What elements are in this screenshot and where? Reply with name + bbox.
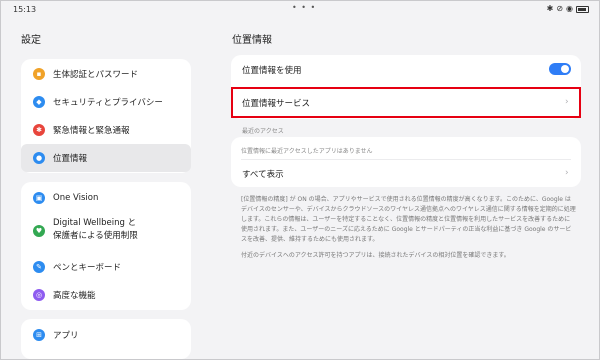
recent-access-section-label: 最近のアクセス	[242, 128, 284, 135]
nav-item-digital-wellbeing[interactable]: ♥ Digital Wellbeing と 保護者による使用制限	[21, 214, 191, 248]
nav-item-security-privacy[interactable]: ◆ セキュリティとプライバシー	[21, 88, 191, 116]
nav-item-advanced-features[interactable]: ◎ 高度な機能	[21, 281, 191, 309]
asterisk-icon: ✱	[33, 124, 45, 136]
mute-icon: ⊘	[556, 4, 564, 13]
nav-item-apps[interactable]: ⊞ アプリ	[21, 321, 191, 349]
nav-label: セキュリティとプライバシー	[53, 98, 163, 108]
nearby-devices-description: 付近のデバイスへのアクセス許可を持つアプリは、接続されたデバイスの相対位置を確認…	[241, 252, 510, 259]
location-accuracy-description: [位置情報の精度] が ON の場合、アプリやサービスで使用される位置情報の精度…	[241, 196, 576, 243]
wifi-icon: ◉	[566, 4, 573, 13]
lock-icon: ▪	[33, 68, 45, 80]
apps-icon: ⊞	[33, 329, 45, 341]
status-icons: ✱ ⊘ ◉	[547, 4, 589, 14]
settings-window: 15:13 • • • ✱ ⊘ ◉ 設定 ▪ 生体認証とパスワード ◆ セキュリ…	[0, 0, 600, 360]
use-location-label: 位置情報を使用	[242, 66, 302, 76]
bluetooth-icon: ✱	[546, 4, 554, 13]
page-title: 位置情報	[232, 35, 272, 46]
nav-item-biometrics-password[interactable]: ▪ 生体認証とパスワード	[21, 60, 191, 88]
status-time: 15:13	[13, 5, 37, 14]
advanced-features-icon: ◎	[33, 289, 45, 301]
use-location-toggle[interactable]	[549, 63, 571, 75]
nav-label-line1: Digital Wellbeing と	[53, 218, 137, 228]
settings-title: 設定	[21, 35, 41, 46]
nav-label: Digital Wellbeing と 保護者による使用制限	[53, 217, 138, 243]
wellbeing-icon: ♥	[33, 225, 45, 237]
multitask-dots[interactable]: • • •	[292, 3, 316, 12]
pen-icon: ✎	[33, 261, 45, 273]
nav-label: ペンとキーボード	[53, 263, 122, 273]
battery-icon	[576, 5, 589, 13]
location-pin-icon: ●	[33, 152, 45, 164]
show-all-row[interactable]: すべて表示	[242, 168, 284, 180]
chevron-right-icon: ›	[565, 97, 569, 107]
location-services-row[interactable]: 位置情報サービス	[242, 97, 310, 109]
nav-item-emergency[interactable]: ✱ 緊急情報と緊急通報	[21, 116, 191, 144]
nav-label: 生体認証とパスワード	[53, 70, 139, 80]
nav-item-location[interactable]: ● 位置情報	[21, 144, 191, 172]
nav-label: 緊急情報と緊急通報	[53, 126, 130, 136]
nav-label: One Vision	[53, 193, 99, 203]
settings-group-features: ▣ One Vision ♥ Digital Wellbeing と 保護者によ…	[21, 182, 191, 310]
chevron-right-icon: ›	[565, 168, 569, 178]
shield-icon: ◆	[33, 96, 45, 108]
nav-label: 高度な機能	[53, 291, 96, 301]
nav-item-one-vision[interactable]: ▣ One Vision	[21, 184, 191, 212]
nav-item-pen-keyboard[interactable]: ✎ ペンとキーボード	[21, 253, 191, 281]
row-divider	[241, 87, 571, 88]
nav-label-line2: 保護者による使用制限	[53, 231, 138, 241]
status-bar: 15:13 • • • ✱ ⊘ ◉	[1, 1, 599, 19]
nav-label: 位置情報	[53, 154, 88, 164]
one-vision-icon: ▣	[33, 192, 45, 204]
nav-label: アプリ	[53, 331, 79, 341]
row-divider	[241, 159, 571, 160]
settings-group-apps: ⊞ アプリ	[21, 319, 191, 359]
no-recent-access-text: 位置情報に最近アクセスしたアプリはありません	[241, 148, 373, 155]
settings-group-security: ▪ 生体認証とパスワード ◆ セキュリティとプライバシー ✱ 緊急情報と緊急通報…	[21, 59, 191, 173]
